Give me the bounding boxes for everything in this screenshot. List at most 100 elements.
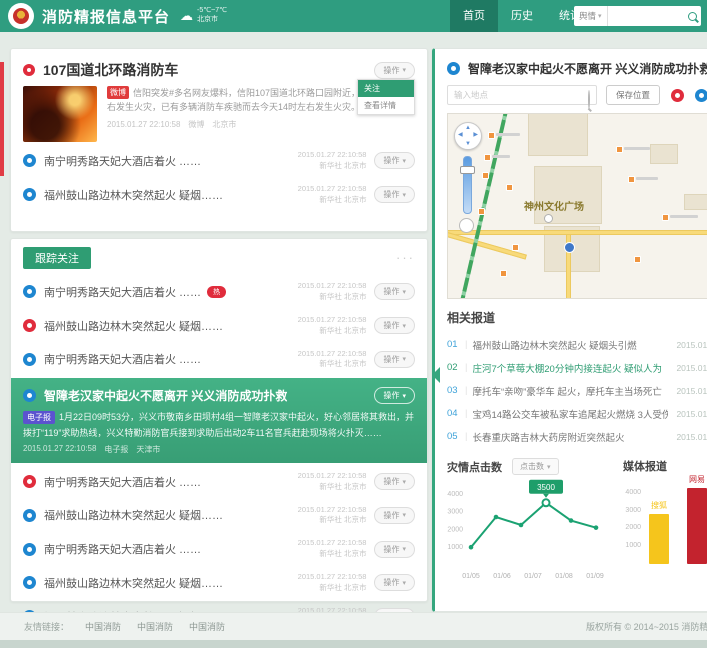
list-item[interactable]: 南宁明秀路天妃大酒店着火 ……2015.01.27 22:10:58新华社 北京… xyxy=(11,532,427,566)
action-button[interactable]: 操作▾ xyxy=(374,152,415,169)
highlighted-source: 电子报 xyxy=(104,444,128,455)
action-label: 操作 xyxy=(383,65,399,76)
action-button[interactable]: 操作▾ xyxy=(374,507,415,524)
list-item-source: 新华社 北京市 xyxy=(298,292,367,303)
action-button[interactable]: 操作▾ xyxy=(374,541,415,558)
weather-text: -5℃~7℃ 北京市 xyxy=(197,7,227,25)
related-item[interactable]: 05|长春重庆路吉林大药房附近突然起火2015.01.27 xyxy=(447,425,707,448)
nav-history[interactable]: 历史 xyxy=(498,0,546,32)
svg-text:01/05: 01/05 xyxy=(462,573,480,580)
related-item[interactable]: 01|福州鼓山路边林木突然起火 疑烟头引燃2015.01.27 xyxy=(447,333,707,356)
list-item[interactable]: 南宁明秀路天妃大酒店着火 ……2015.01.27 22:10:58新华社 北京… xyxy=(11,144,427,178)
svg-text:3000: 3000 xyxy=(447,509,463,516)
related-item[interactable]: 04|宝鸡14路公交车被私家车追尾起火燃烧 3人受伤2015.01.27 xyxy=(447,402,707,425)
red-marker-toggle[interactable] xyxy=(671,89,684,102)
map-locate-button[interactable] xyxy=(459,218,474,233)
action-button[interactable]: 操作▾ xyxy=(374,283,415,300)
footer-link[interactable]: 中国消防 xyxy=(137,620,173,633)
list-item-time: 2015.01.27 22:10:58 xyxy=(298,150,367,161)
highlighted-title: 智障老汉家中起火不愿离开 兴义消防成功扑救 xyxy=(44,387,287,404)
more-options-icon[interactable]: ··· xyxy=(396,255,415,261)
action-button[interactable]: 操作▾ xyxy=(374,574,415,591)
map-poi-marker xyxy=(506,184,513,191)
map-transit-icon xyxy=(564,242,575,253)
metric-dropdown[interactable]: 点击数▾ xyxy=(512,458,559,475)
list-item-title: 福州鼓山路边林木突然起火 疑烟…… xyxy=(44,318,223,334)
media-bar-chart[interactable]: 媒体报道 1000200030004000搜狐网易腾讯 xyxy=(623,458,707,590)
list-item[interactable]: 福州鼓山路边林木突然起火 疑烟……2015.01.27 22:10:58新华社 … xyxy=(11,178,427,212)
action-label: 操作 xyxy=(383,390,399,401)
pointer-arrow-icon xyxy=(424,367,440,383)
footer-bottom-strip xyxy=(0,640,707,648)
map-poi-marker xyxy=(634,256,641,263)
action-button[interactable]: 操作▾ xyxy=(374,62,415,79)
action-button[interactable]: 操作▾ xyxy=(374,317,415,334)
list-item[interactable]: 南宁明秀路天妃大酒店着火 ……2015.01.27 22:10:58新华社 北京… xyxy=(11,465,427,499)
y-axis-tick: 4000 xyxy=(623,489,641,496)
highlighted-item[interactable]: 智障老汉家中起火不愿离开 兴义消防成功扑救 操作▾ 电子报1月22日09时53分… xyxy=(11,378,427,463)
clicks-line-chart[interactable]: 灾情点击数 点击数▾ 1000200030004000350001/0501/0… xyxy=(447,458,609,590)
related-item-number: 01 xyxy=(447,339,460,350)
search-category-dropdown[interactable]: 舆情 ▾ xyxy=(574,6,608,26)
related-item-number: 04 xyxy=(447,408,460,419)
map-search-input[interactable] xyxy=(447,85,597,105)
list-item[interactable]: 南宁明秀路天妃大酒店着火 ……热2015.01.27 22:10:58新华社 北… xyxy=(11,275,427,309)
list-item-title: 福州鼓山路边林木突然起火 疑烟…… xyxy=(44,187,223,203)
list-item[interactable]: 福州鼓山路边林木突然起火 疑烟……2015.01.27 22:10:58新华社 … xyxy=(11,499,427,533)
bar-label: 搜狐 xyxy=(651,500,667,511)
footer-link[interactable]: 中国消防 xyxy=(85,620,121,633)
list-item[interactable]: 福州鼓山路边林木突然起火 疑烟……2015.01.27 22:10:58新华社 … xyxy=(11,309,427,343)
list-item[interactable]: 南宁明秀路天妃大酒店着火 ……2015.01.27 22:10:58新华社 北京… xyxy=(11,343,427,377)
list-item-source: 新华社 北京市 xyxy=(298,482,367,493)
footer-links-label: 友情链接： xyxy=(24,620,69,633)
list-item-source: 新华社 北京市 xyxy=(298,359,367,370)
footer-link[interactable]: 中国消防 xyxy=(189,620,225,633)
related-item-title: 庄河7个草莓大棚20分钟内接连起火 疑似人为 xyxy=(472,361,668,375)
charts-row: 灾情点击数 点击数▾ 1000200030004000350001/0501/0… xyxy=(435,448,707,590)
fire-emblem-icon xyxy=(13,8,29,24)
map-canvas[interactable]: ▲▼ ◀▶ 神州文化广场 xyxy=(447,113,707,299)
list-item-time: 2015.01.27 22:10:58 xyxy=(298,572,367,583)
blue-dot-icon xyxy=(23,509,36,522)
save-location-button[interactable]: 保存位置 xyxy=(606,85,660,105)
menu-item[interactable]: 关注 xyxy=(358,80,414,97)
list-item-time: 2015.01.27 22:10:58 xyxy=(298,184,367,195)
bar-chart-title: 媒体报道 xyxy=(623,458,667,474)
search-icon xyxy=(588,91,590,109)
tracking-list-top: 南宁明秀路天妃大酒店着火 ……热2015.01.27 22:10:58新华社 北… xyxy=(11,275,427,376)
footer-link-list: 中国消防 中国消防 中国消防 xyxy=(85,620,225,633)
list-item-source: 新华社 北京市 xyxy=(298,161,367,172)
map-poi-marker xyxy=(616,146,623,153)
footer-copyright: 版权所有 © 2014~2015 消防精报信息平台 xyxy=(586,620,707,633)
tracking-section-label[interactable]: 跟踪关注 xyxy=(23,247,91,269)
map-place-icon xyxy=(544,214,553,223)
list-item[interactable]: 福州鼓山路边林木突然起火 疑烟……2015.01.27 22:10:58新华社 … xyxy=(11,566,427,600)
action-label: 操作 xyxy=(383,320,399,331)
blue-dot-icon xyxy=(23,188,36,201)
map-zoom-slider[interactable] xyxy=(463,156,472,214)
action-button[interactable]: 操作▾ xyxy=(374,351,415,368)
bar-label: 网易 xyxy=(689,474,705,485)
map-zoom-knob[interactable] xyxy=(460,166,475,174)
list-item-time: 2015.01.27 22:10:58 xyxy=(298,538,367,549)
svg-text:01/09: 01/09 xyxy=(586,573,604,580)
action-button[interactable]: 操作▾ xyxy=(374,473,415,490)
top-bar: 消防精报信息平台 ☁ -5℃~7℃ 北京市 首页 历史 统计 舆情 ▾ xyxy=(0,0,707,32)
featured-time: 2015.01.27 22:10:58 xyxy=(107,119,180,131)
blue-marker-toggle[interactable] xyxy=(695,89,707,102)
related-item-title: 福州鼓山路边林木突然起火 疑烟头引燃 xyxy=(472,338,668,352)
search-category-label: 舆情 xyxy=(579,10,596,22)
action-button[interactable]: 操作▾ xyxy=(374,186,415,203)
map-pan-control[interactable]: ▲▼ ◀▶ xyxy=(454,122,482,150)
list-item-source: 新华社 北京市 xyxy=(298,326,367,337)
list-item-time: 2015.01.27 22:10:58 xyxy=(298,505,367,516)
menu-item[interactable]: 查看详情 xyxy=(358,97,414,114)
svg-text:01/08: 01/08 xyxy=(555,573,573,580)
action-button[interactable]: 操作▾ xyxy=(374,387,415,404)
related-item[interactable]: 02|庄河7个草莓大棚20分钟内接连起火 疑似人为2015.01.27 xyxy=(447,356,707,379)
related-item[interactable]: 03|摩托车“亲吻”豪华车 起火，摩托车主当场死亡2015.01.27 xyxy=(447,379,707,402)
search-button[interactable] xyxy=(683,6,701,26)
map-place-label: 神州文化广场 xyxy=(524,198,584,213)
search-input[interactable] xyxy=(608,8,683,24)
nav-home[interactable]: 首页 xyxy=(450,0,498,32)
